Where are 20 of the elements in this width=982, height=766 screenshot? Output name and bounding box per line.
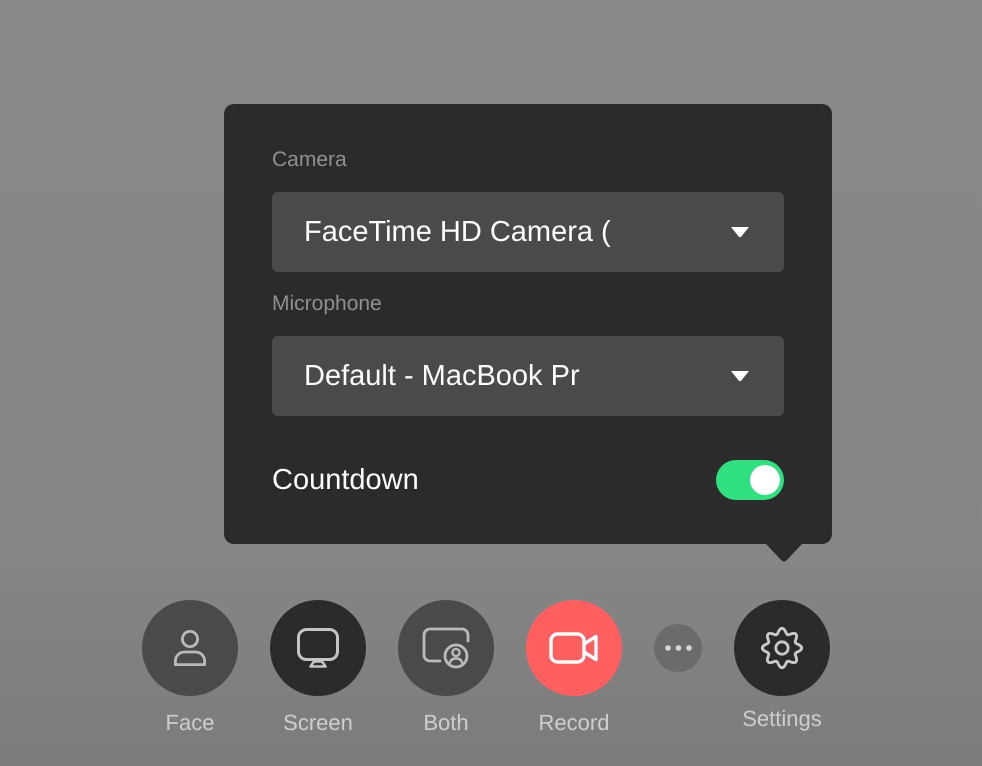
mode-label: Screen [283, 710, 353, 736]
video-camera-icon [549, 632, 599, 664]
mode-label: Both [423, 710, 469, 736]
mode-label: Face [166, 710, 214, 736]
record-label: Record [538, 710, 610, 736]
caret-down-icon [730, 226, 750, 238]
field-label: Microphone [272, 292, 383, 316]
countdown-toggle[interactable] [716, 460, 784, 500]
settings-icon [760, 626, 804, 670]
field-label: Camera [272, 148, 348, 172]
device-dropdown[interactable]: Default - MacBook Pr [272, 336, 784, 416]
more-button[interactable] [654, 624, 702, 672]
person-icon [172, 629, 208, 667]
settings-label: Settings [742, 706, 822, 732]
device-dropdown[interactable]: FaceTime HD Camera ( [272, 192, 784, 272]
monitor-icon [296, 628, 340, 668]
ellipsis-icon [664, 645, 692, 651]
screen-person-icon [422, 627, 470, 669]
caret-down-icon [730, 370, 750, 382]
countdown-label: Countdown [272, 464, 419, 496]
